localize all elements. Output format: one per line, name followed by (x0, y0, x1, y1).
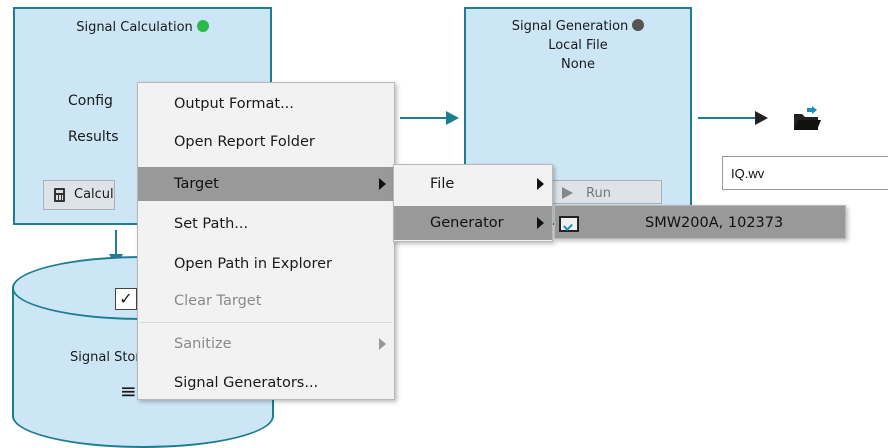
run-button[interactable]: Run (537, 180, 662, 204)
connector-line (400, 117, 448, 119)
status-dot-icon (632, 19, 645, 31)
submenu-arrow-icon (379, 178, 386, 190)
menu-item-set-path[interactable]: Set Path... (138, 207, 394, 241)
menu-item-sanitize[interactable]: Sanitize (138, 327, 394, 361)
config-link[interactable]: Config (68, 93, 113, 109)
menu-item-output-format[interactable]: Output Format... (138, 87, 394, 121)
run-button-label: Run (586, 186, 611, 201)
menu-item-target[interactable]: Target (138, 167, 394, 201)
calculate-button-label: Calculate (74, 187, 114, 202)
target-submenu: File Generator (393, 164, 553, 242)
open-folder-icon[interactable] (792, 106, 822, 132)
calculator-icon (54, 188, 65, 202)
menu-separator (140, 322, 392, 323)
signal-generation-title: Signal Generation (466, 17, 690, 36)
submenu-item-file-label: File (430, 176, 455, 192)
menu-item-clear-target[interactable]: Clear Target (138, 284, 394, 318)
connector-line (698, 117, 756, 119)
generator-item-smw200a[interactable]: SMW200A, 102373 (554, 205, 846, 239)
submenu-item-generator[interactable]: Generator (394, 206, 552, 240)
status-dot-icon (196, 20, 209, 32)
signal-storage-checkbox[interactable]: ✓ (115, 288, 137, 310)
arrow-right-icon (446, 111, 459, 125)
menu-item-sanitize-label: Sanitize (174, 336, 232, 352)
menu-item-target-label: Target (174, 176, 219, 192)
menu-item-open-report-folder[interactable]: Open Report Folder (138, 125, 394, 159)
arrow-right-icon (755, 111, 768, 125)
generator-item-label: SMW200A, 102373 (645, 215, 784, 231)
submenu-arrow-icon (379, 338, 386, 350)
connector-line (115, 230, 117, 254)
submenu-arrow-icon (537, 217, 544, 229)
signal-generation-path: None (561, 57, 595, 72)
output-filename-input[interactable] (722, 156, 888, 190)
signal-calculation-title: Signal Calculation (15, 18, 270, 37)
signal-generation-target: Local File (548, 38, 608, 53)
submenu-item-file[interactable]: File (394, 167, 552, 201)
submenu-item-generator-label: Generator (430, 215, 504, 231)
generator-icon (559, 216, 579, 232)
calculate-button[interactable]: Calculate (43, 180, 115, 210)
submenu-arrow-icon (537, 178, 544, 190)
context-menu: Output Format... Open Report Folder Targ… (137, 82, 395, 400)
menu-lines-icon[interactable]: ≡ (120, 381, 137, 401)
menu-item-open-path-in-explorer[interactable]: Open Path in Explorer (138, 247, 394, 281)
menu-item-signal-generators[interactable]: Signal Generators... (138, 366, 394, 400)
results-link[interactable]: Results (68, 129, 119, 145)
play-icon (562, 187, 573, 199)
